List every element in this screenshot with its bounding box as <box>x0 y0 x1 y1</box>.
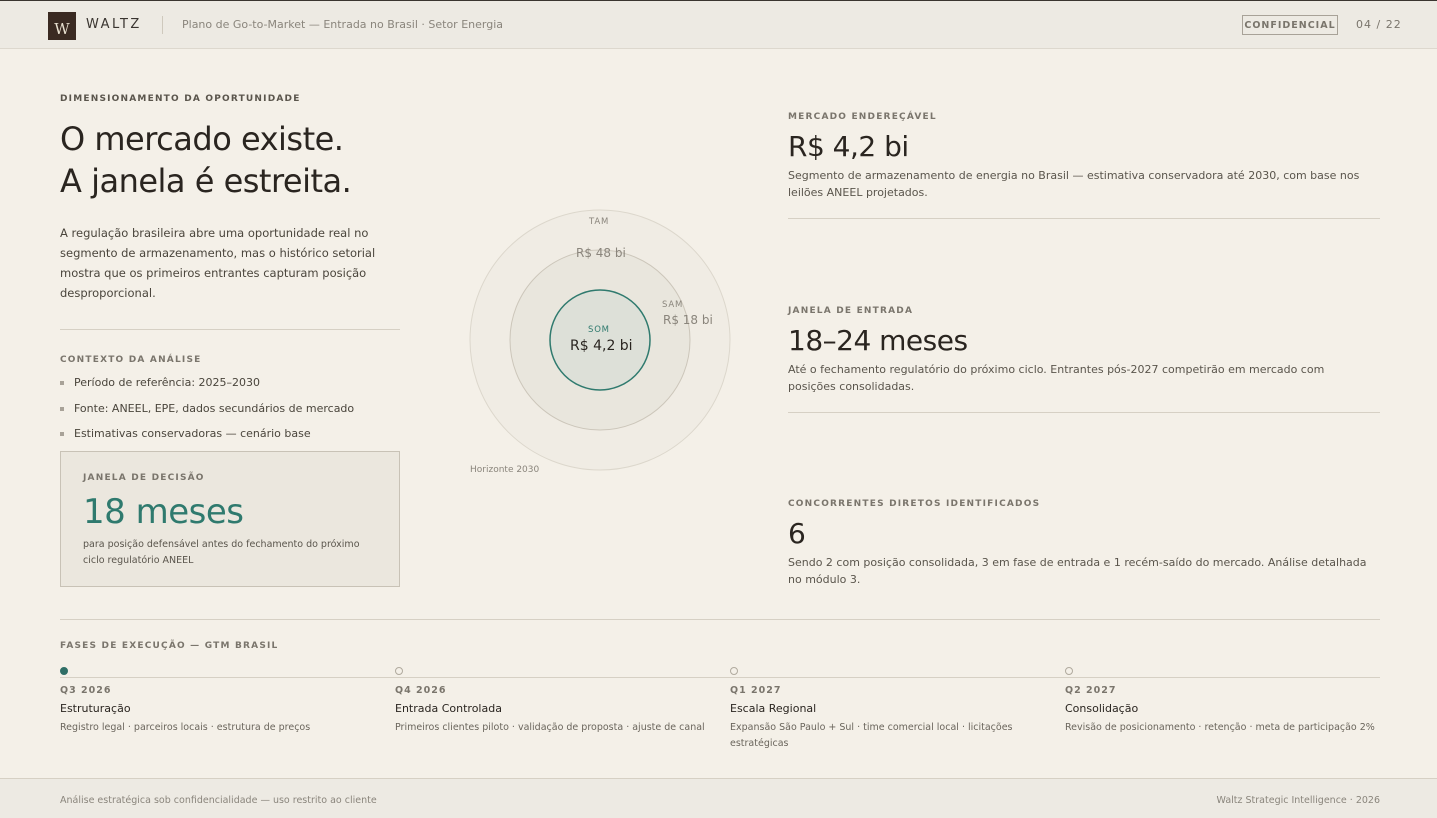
intro-paragraph: A regulação brasileira abre uma oportuni… <box>60 226 376 300</box>
headline-line-2: A janela é estreita. <box>60 162 352 200</box>
phase-quarter: Q2 2027 <box>1065 685 1117 696</box>
tam-label: TAM <box>589 217 610 227</box>
phase-dot[interactable] <box>1065 667 1073 675</box>
market-size-diagram: TAM R$ 48 bi SAM R$ 18 bi SOM R$ 4,2 bi <box>468 208 732 472</box>
metric-description: Segmento de armazenamento de energia no … <box>788 169 1360 199</box>
timeline-line <box>60 677 1380 678</box>
phase-title: Consolidação <box>1065 702 1139 715</box>
phase-dot[interactable] <box>730 667 738 675</box>
context-item: Estimativas conservadoras — cenário base <box>60 427 354 453</box>
footer-credit: Waltz Strategic Intelligence · 2026 <box>1216 795 1380 806</box>
context-title: CONTEXTO DA ANÁLISE <box>60 355 202 365</box>
metric-value: 6 <box>788 517 806 550</box>
footer-disclaimer: Análise estratégica sob confidencialidad… <box>60 795 377 806</box>
sam-value: R$ 18 bi <box>663 313 713 327</box>
metric-label: CONCORRENTES DIRETOS IDENTIFICADOS <box>788 499 1041 509</box>
left-divider <box>60 329 400 330</box>
metric-description: Sendo 2 com posição consolidada, 3 em fa… <box>788 556 1367 586</box>
phase-description: Primeiros clientes piloto · validação de… <box>395 722 705 733</box>
decision-subtext: para posição defensável antes do fechame… <box>83 539 360 566</box>
phase-quarter: Q3 2026 <box>60 685 112 696</box>
phase-title: Escala Regional <box>730 702 817 715</box>
headline-line-1: O mercado existe. <box>60 120 344 158</box>
phase-title: Estruturação <box>60 702 131 715</box>
metric-label: MERCADO ENDEREÇÁVEL <box>788 112 937 122</box>
context-item: Período de referência: 2025–2030 <box>60 376 354 402</box>
context-list: Período de referência: 2025–2030 Fonte: … <box>60 376 354 453</box>
confidential-badge: CONFIDENCIAL <box>1242 15 1338 35</box>
phases-top-divider <box>60 619 1380 620</box>
brand-name: WALTZ <box>86 17 142 32</box>
phase-quarter: Q1 2027 <box>730 685 782 696</box>
header-divider <box>162 16 163 34</box>
tam-value: R$ 48 bi <box>576 246 626 260</box>
document-title: Plano de Go-to-Market — Entrada no Brasi… <box>182 18 503 31</box>
phase-title: Entrada Controlada <box>395 702 502 715</box>
metric-label: JANELA DE ENTRADA <box>788 306 914 316</box>
metric-divider <box>788 218 1380 219</box>
metric-value: R$ 4,2 bi <box>788 130 909 163</box>
decision-label: JANELA DE DECISÃO <box>83 473 205 483</box>
sam-label: SAM <box>662 300 684 310</box>
decision-window-card: JANELA DE DECISÃO 18 meses para posição … <box>60 451 400 587</box>
top-header: W WALTZ Plano de Go-to-Market — Entrada … <box>0 0 1437 49</box>
phase-dot-active[interactable] <box>60 667 68 675</box>
metric-description: Até o fechamento regulatório do próximo … <box>788 363 1325 393</box>
decision-value: 18 meses <box>83 492 244 532</box>
page-headline: O mercado existe. A janela é estreita. <box>60 118 352 202</box>
section-eyebrow: DIMENSIONAMENTO DA OPORTUNIDADE <box>60 94 301 104</box>
som-value: R$ 4,2 bi <box>570 338 633 354</box>
phase-description: Expansão São Paulo + Sul · time comercia… <box>730 722 1013 749</box>
phase-dot[interactable] <box>395 667 403 675</box>
phase-description: Revisão de posicionamento · retenção · m… <box>1065 722 1375 733</box>
phase-quarter: Q4 2026 <box>395 685 447 696</box>
page-indicator: 04 / 22 <box>1356 18 1402 31</box>
metric-value: 18–24 meses <box>788 324 968 357</box>
page-footer: Análise estratégica sob confidencialidad… <box>0 778 1437 818</box>
context-item: Fonte: ANEEL, EPE, dados secundários de … <box>60 402 354 428</box>
logo-mark[interactable]: W <box>48 12 76 40</box>
phase-description: Registro legal · parceiros locais · estr… <box>60 722 311 733</box>
som-label: SOM <box>588 325 610 335</box>
metric-divider <box>788 412 1380 413</box>
horizon-label: Horizonte 2030 <box>470 465 540 475</box>
phases-title: FASES DE EXECUÇÃO — GTM BRASIL <box>60 641 279 651</box>
